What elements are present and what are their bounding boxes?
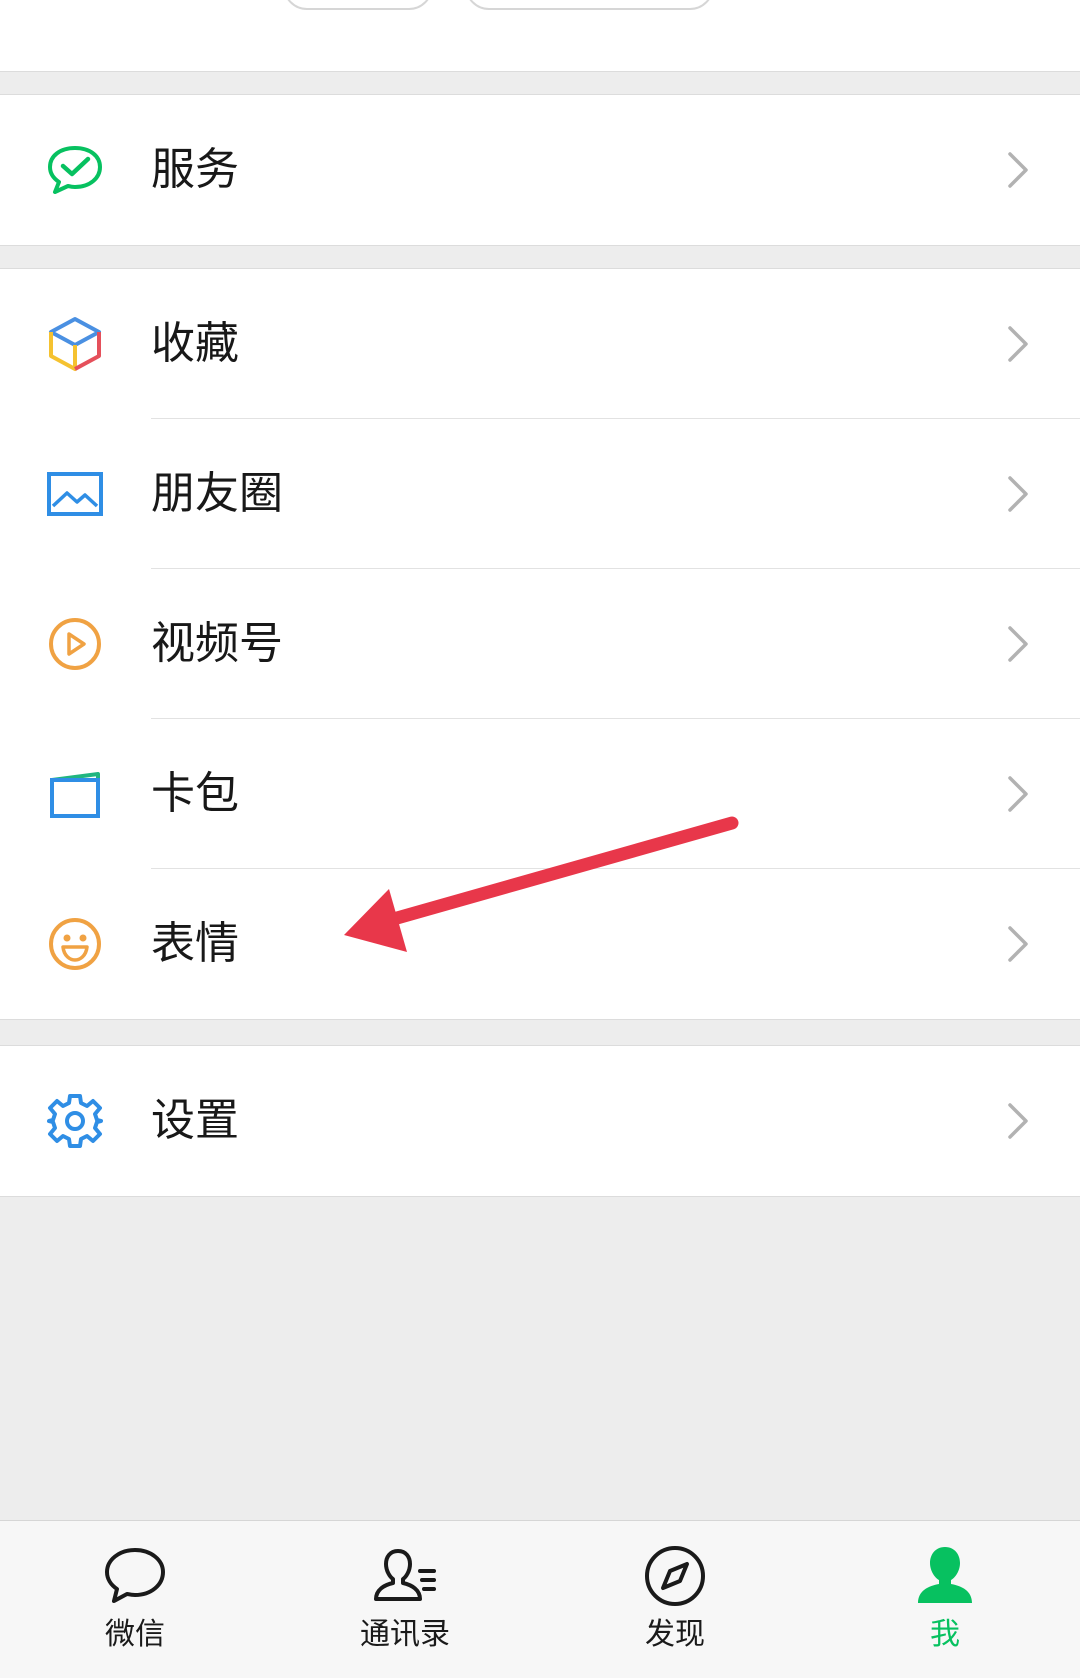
- card-wallet-icon: [44, 766, 106, 822]
- tab-label: 我: [930, 1617, 960, 1652]
- menu-item-label: 卡包: [151, 768, 239, 819]
- contacts-icon: [370, 1541, 440, 1611]
- smiley-face-icon: [44, 916, 106, 972]
- tab-label: 发现: [645, 1617, 705, 1652]
- menu-item-channels[interactable]: 视频号: [0, 569, 1080, 719]
- menu-item-card-wallet[interactable]: 卡包: [0, 719, 1080, 869]
- channels-play-icon: [44, 616, 106, 672]
- chevron-right-icon: [1006, 325, 1030, 363]
- moments-picture-icon: [44, 466, 106, 522]
- chevron-right-icon: [1006, 1102, 1030, 1140]
- chevron-right-icon: [1006, 475, 1030, 513]
- menu-item-label: 服务: [151, 144, 239, 195]
- menu-item-label: 收藏: [151, 318, 239, 369]
- tab-label: 微信: [105, 1617, 165, 1652]
- chevron-right-icon: [1006, 925, 1030, 963]
- tab-discover[interactable]: 发现: [540, 1521, 810, 1678]
- menu-item-stickers[interactable]: 表情: [0, 869, 1080, 1019]
- chat-bubble-icon: [100, 1541, 170, 1611]
- tab-label: 通讯录: [360, 1617, 450, 1652]
- menu-item-label: 设置: [151, 1095, 239, 1146]
- status-pill-button[interactable]: [465, 0, 714, 10]
- menu-item-settings[interactable]: 设置: [0, 1046, 1080, 1196]
- tab-me[interactable]: 我: [810, 1521, 1080, 1678]
- favorites-cube-icon: [44, 316, 106, 372]
- tab-contacts[interactable]: 通讯录: [270, 1521, 540, 1678]
- bottom-tab-bar: 微信 通讯录 发现 我: [0, 1520, 1080, 1678]
- profile-section: [0, 0, 1080, 72]
- status-pill-button[interactable]: [283, 0, 433, 10]
- compass-icon: [640, 1541, 710, 1611]
- person-icon: [910, 1541, 980, 1611]
- menu-item-service[interactable]: 服务: [0, 95, 1080, 245]
- settings-group: 设置: [0, 1045, 1080, 1197]
- chevron-right-icon: [1006, 775, 1030, 813]
- service-group: 服务: [0, 94, 1080, 246]
- tab-chats[interactable]: 微信: [0, 1521, 270, 1678]
- features-group: 收藏 朋友圈 视频号 卡包 表情: [0, 268, 1080, 1020]
- chevron-right-icon: [1006, 625, 1030, 663]
- menu-item-label: 朋友圈: [151, 468, 283, 519]
- gear-icon: [44, 1093, 106, 1149]
- menu-item-label: 视频号: [151, 618, 283, 669]
- menu-item-label: 表情: [151, 918, 239, 969]
- menu-item-favorites[interactable]: 收藏: [0, 269, 1080, 419]
- menu-item-moments[interactable]: 朋友圈: [0, 419, 1080, 569]
- chevron-right-icon: [1006, 151, 1030, 189]
- service-check-bubble-icon: [44, 142, 106, 198]
